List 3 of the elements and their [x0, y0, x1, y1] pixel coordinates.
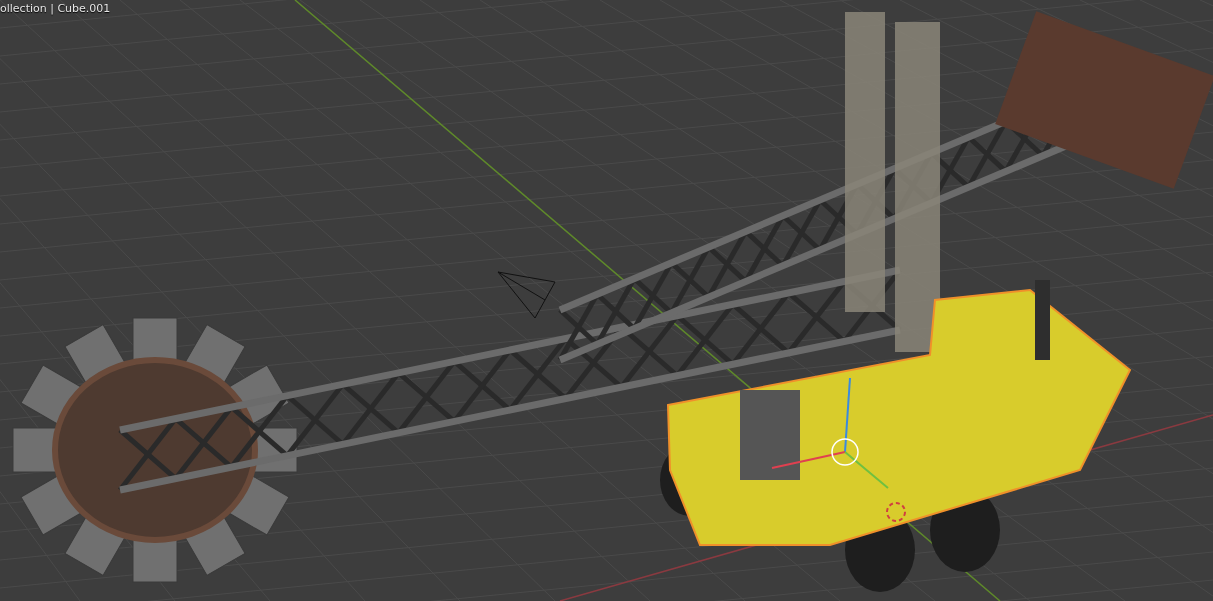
object-info-label: ollection | Cube.001 [0, 2, 111, 15]
3d-cursor-icon [886, 502, 906, 522]
camera-icon [497, 271, 556, 319]
